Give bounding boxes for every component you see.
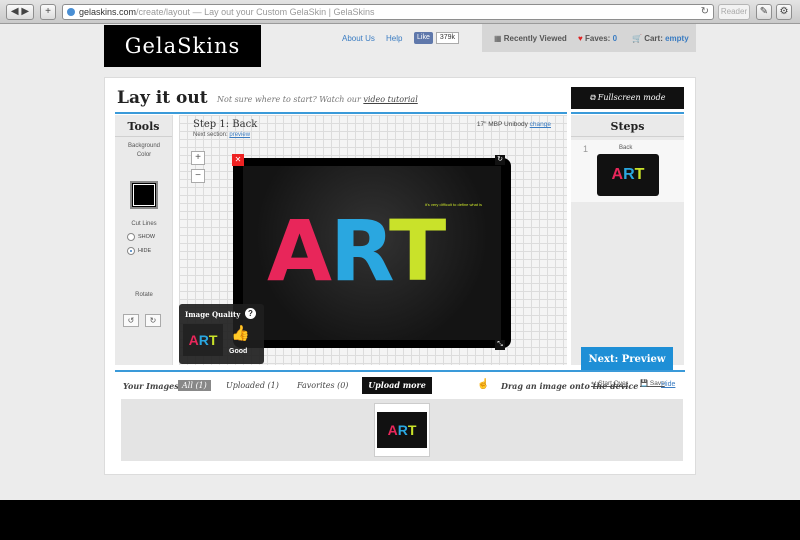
step-thumbnail: ART	[597, 154, 659, 196]
quality-thumbnail: ART	[183, 324, 223, 356]
tab-uploaded[interactable]: Uploaded (1)	[226, 381, 279, 390]
site-logo[interactable]: GelaSkins	[104, 25, 261, 67]
divider	[115, 112, 567, 114]
rotate-left-icon[interactable]: ↺	[123, 314, 139, 327]
recently-viewed-link[interactable]: ▦ Recently Viewed	[494, 34, 567, 43]
settings-icon[interactable]: ⚙	[776, 4, 792, 20]
upload-more-button[interactable]: Upload more	[362, 377, 432, 394]
step-title: Step 1: Back	[193, 119, 258, 130]
image-thumbnail-art: ART	[377, 412, 427, 448]
help-link[interactable]: Help	[386, 34, 402, 43]
device-model: 17" MBP Unibody change	[476, 121, 551, 128]
drag-hint: Drag an image onto the device	[501, 381, 639, 391]
change-device-link[interactable]: change	[530, 121, 551, 128]
new-tab-icon[interactable]: +	[40, 4, 56, 20]
cart-link[interactable]: 🛒 Cart: empty	[632, 34, 689, 43]
device-mockup[interactable]: it's very difficult to define what is AR…	[233, 158, 511, 348]
url-path: /create/layout	[136, 7, 191, 17]
remove-image-icon[interactable]: ✕	[232, 154, 244, 166]
cut-lines-show-radio[interactable]: SHOW	[127, 233, 155, 241]
url-host: gelaskins.com	[79, 7, 137, 17]
cart-icon: 🛒	[632, 34, 642, 43]
facebook-like[interactable]: Like 379k	[414, 32, 460, 44]
fullscreen-button[interactable]: ⧉ Fullscreen mode	[571, 87, 684, 109]
user-bar: ▦ Recently Viewed ♥ Faves: 0 🛒 Cart: emp…	[482, 24, 696, 52]
image-tray: ART	[121, 399, 683, 461]
tab-favorites[interactable]: Favorites (0)	[297, 381, 348, 390]
bookmark-icon[interactable]: ✎	[756, 4, 772, 20]
globe-icon	[67, 8, 75, 16]
your-images-label: Your Images:	[123, 381, 182, 391]
art-text: ART	[267, 202, 446, 300]
browser-window: ◀ ▶ + gelaskins.com/create/layout — Lay …	[0, 0, 800, 500]
reader-button[interactable]: Reader	[718, 4, 750, 20]
zoom-in-button[interactable]: +	[191, 151, 205, 165]
thumbs-up-icon: 👍	[231, 325, 250, 342]
cut-lines-label: Cut Lines	[131, 221, 157, 227]
like-count: 379k	[435, 32, 460, 44]
video-tutorial-link[interactable]: video tutorial	[363, 95, 417, 104]
hide-images-link[interactable]: Hide	[661, 381, 675, 388]
image-quality-title: Image Quality	[185, 310, 241, 319]
device-artwork[interactable]: it's very difficult to define what is AR…	[243, 166, 501, 340]
browser-toolbar: ◀ ▶ + gelaskins.com/create/layout — Lay …	[0, 0, 800, 24]
step-label: Back	[619, 145, 633, 151]
rotate-right-icon[interactable]: ↻	[145, 314, 161, 327]
page: GelaSkins About Us Help Like 379k ▦ Rece…	[0, 24, 800, 500]
zoom-out-button[interactable]: −	[191, 169, 205, 183]
rotate-label: Rotate	[135, 292, 153, 298]
url-page-title: — Lay out your Custom GelaSkin | GelaSki…	[190, 7, 375, 17]
heart-icon: ♥	[578, 34, 583, 43]
cut-lines-hide-radio[interactable]: HIDE	[127, 247, 151, 255]
image-quality-popup: Image Quality ? ART 👍 Good	[179, 304, 264, 364]
help-icon[interactable]: ?	[245, 308, 256, 319]
rotate-handle-icon[interactable]: ↻	[495, 155, 505, 165]
back-forward-buttons[interactable]: ◀ ▶	[6, 4, 34, 20]
steps-title: Steps	[571, 115, 684, 137]
drag-hand-icon: ☝	[477, 379, 490, 390]
divider	[571, 112, 684, 114]
next-preview-button[interactable]: Next: Preview	[581, 347, 673, 372]
steps-panel: Steps 1 Back ART	[571, 115, 684, 365]
fullscreen-icon: ⧉	[589, 93, 598, 102]
tools-panel: Tools Background Color Cut Lines SHOW HI…	[115, 115, 173, 365]
like-button[interactable]: Like	[414, 32, 433, 44]
next-section-link[interactable]: preview	[229, 132, 250, 138]
resize-handle-icon[interactable]: ⤡	[495, 340, 505, 350]
page-title: Lay it out	[117, 88, 208, 108]
tools-title: Tools	[115, 115, 172, 137]
tab-all[interactable]: All (1)	[178, 380, 211, 391]
faves-link[interactable]: ♥ Faves: 0	[578, 34, 617, 43]
step-number: 1	[583, 144, 589, 154]
images-toolbar: Your Images: All (1) Uploaded (1) Favori…	[115, 372, 685, 398]
background-color-swatch[interactable]	[130, 181, 158, 209]
tutorial-hint: Not sure where to start? Watch our video…	[217, 95, 418, 104]
about-link[interactable]: About Us	[342, 34, 375, 43]
image-thumbnail[interactable]: ART	[374, 403, 430, 457]
background-color-label: Background Color	[127, 143, 161, 158]
next-section: Next section: preview	[193, 132, 251, 138]
quality-rating: Good	[229, 348, 248, 355]
address-bar[interactable]: gelaskins.com/create/layout — Lay out yo…	[62, 4, 714, 20]
reload-icon[interactable]: ↻	[701, 5, 709, 19]
layout-panel: Lay it out Not sure where to start? Watc…	[104, 77, 696, 475]
step-item[interactable]: 1 Back ART	[571, 140, 684, 202]
